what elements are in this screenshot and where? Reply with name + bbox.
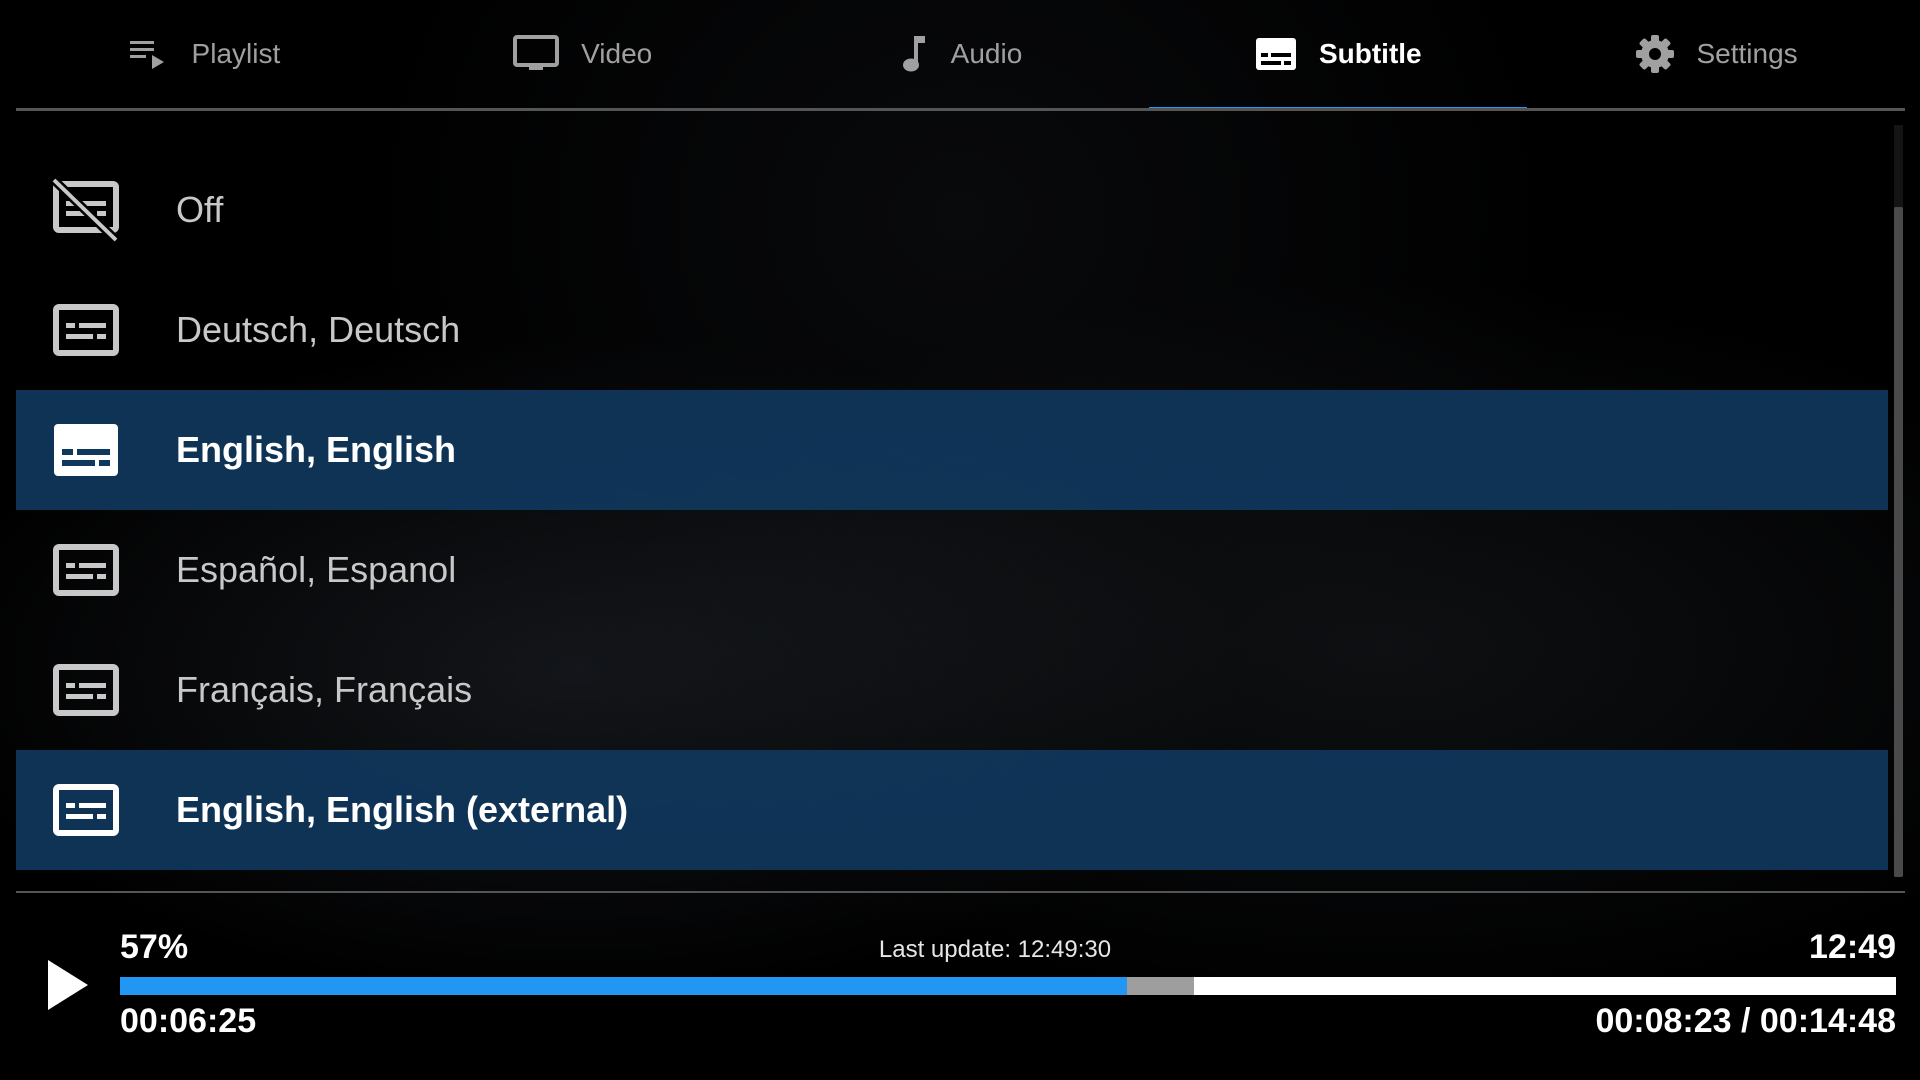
seek-bar-played [120,977,1127,995]
tab-label: Audio [950,38,1023,69]
subtitle-label: Español, Espanol [176,549,457,590]
elapsed-time: 00:06:25 [120,1002,257,1040]
tab-divider [16,108,1905,111]
tab-label: Subtitle [1318,38,1422,69]
subtitle-label: English, English (external) [176,789,629,830]
music-note-icon [899,34,929,74]
list-scrollbar-thumb[interactable] [1894,207,1903,877]
subtitle-label: Deutsch, Deutsch [176,309,461,350]
subtitle-label: Français, Français [176,669,473,710]
gear-icon [1635,34,1675,74]
tab-bar: Playlist Video Audio Subtitle Settings [16,0,1905,112]
tab-label: Settings [1696,38,1798,69]
play-icon [44,960,94,1016]
subtitle-item-espanol[interactable]: Español, Espanol [16,510,1888,630]
subtitles-icon [1255,37,1297,71]
tab-subtitle[interactable]: Subtitle [1149,0,1527,111]
subtitle-item-deutsch[interactable]: Deutsch, Deutsch [16,270,1888,390]
position-duration: 00:08:23 / 00:14:48 [1595,1002,1896,1040]
subtitle-item-english[interactable]: English, English [16,390,1888,510]
player-overlay: Playlist Video Audio Subtitle Settings O… [0,0,1920,1080]
subtitle-label: English, English [176,429,457,470]
tab-video[interactable]: Video [394,0,772,108]
current-clock: 12:49 [1809,928,1896,966]
tab-label: Playlist [191,38,281,69]
tab-label: Video [581,38,653,69]
play-button[interactable] [44,958,94,1012]
player-divider [16,891,1905,893]
subtitles-off-icon [50,174,122,246]
tab-audio[interactable]: Audio [772,0,1150,108]
tab-playlist[interactable]: Playlist [16,0,394,108]
subtitle-list: Off Deutsch, Deutsch English, English Es… [16,150,1888,870]
tab-settings[interactable]: Settings [1527,0,1905,108]
subtitles-outline-icon [50,774,122,846]
last-update-text: Last update: 12:49:30 [878,936,1112,963]
subtitle-item-off[interactable]: Off [16,150,1888,270]
subtitle-item-francais[interactable]: Français, Français [16,630,1888,750]
subtitle-label: Off [176,189,224,230]
seek-bar[interactable] [120,977,1896,995]
subtitles-outline-icon [50,654,122,726]
subtitles-filled-icon [50,414,122,486]
subtitles-outline-icon [50,534,122,606]
subtitle-item-english-external[interactable]: English, English (external) [16,750,1888,870]
monitor-icon [513,35,560,73]
subtitles-outline-icon [50,294,122,366]
playlist-icon [129,37,170,71]
